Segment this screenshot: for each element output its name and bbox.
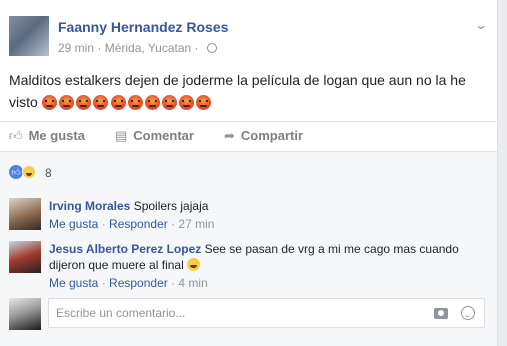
angry-emoji [110, 95, 126, 110]
angry-emoji [162, 95, 178, 110]
comment-links: Me gusta · Responder · 27 min [49, 217, 214, 231]
cry-laugh-emoji [186, 258, 200, 271]
post-meta: 29 min · Mérida, Yucatan · [58, 41, 217, 55]
comment-like-link[interactable]: Me gusta [49, 217, 98, 231]
post-actions: 👍︎ Me gusta ▤ Comentar ➦ Compartir [0, 121, 497, 150]
angry-emoji [144, 95, 160, 110]
like-label: Me gusta [28, 128, 85, 143]
comment-label: Comentar [133, 128, 194, 143]
author-name[interactable]: Faanny Hernandez Roses [58, 19, 228, 35]
comment-like-link[interactable]: Me gusta [49, 276, 98, 290]
angry-emoji [76, 95, 92, 110]
comment-body: Irving Morales Spoilers jajaja [49, 198, 479, 214]
comment-time[interactable]: 27 min [178, 217, 214, 231]
share-button[interactable]: ➦ Compartir [224, 128, 303, 144]
comment-text: Spoilers jajaja [133, 199, 209, 213]
comment-reply-link[interactable]: Responder [109, 217, 168, 231]
commenter-avatar[interactable] [9, 241, 41, 273]
angry-emoji [41, 95, 57, 110]
commenter-name[interactable]: Jesus Alberto Perez Lopez [49, 242, 201, 256]
comment-composer[interactable] [48, 298, 485, 328]
angry-emoji [127, 95, 143, 110]
commenter-name[interactable]: Irving Morales [49, 199, 130, 213]
commenter-avatar[interactable] [9, 198, 41, 230]
viewer-avatar [9, 298, 41, 330]
comment-reply-link[interactable]: Responder [109, 276, 168, 290]
comment-body: Jesus Alberto Perez Lopez See se pasan d… [49, 241, 479, 273]
post-text: Malditos estalkers dejen de joderme la p… [9, 69, 479, 116]
haha-reaction-icon [22, 165, 36, 179]
comment-separator: · [167, 276, 179, 290]
reactions-summary[interactable]: 👍︎ 8 [0, 151, 497, 188]
comment-input[interactable] [56, 306, 416, 320]
emoji-icon[interactable] [461, 306, 475, 320]
share-arrow-icon: ➦ [224, 128, 235, 143]
post-time[interactable]: 29 min [58, 41, 94, 55]
post-location[interactable]: Mérida, Yucatan [105, 41, 192, 55]
globe-icon [206, 43, 217, 53]
angry-emoji [58, 95, 74, 110]
comment-time[interactable]: 4 min [178, 276, 207, 290]
comment-separator: · [167, 217, 179, 231]
chevron-down-icon[interactable]: ⌄ [474, 18, 488, 32]
angry-emoji [179, 95, 195, 110]
author-avatar[interactable] [9, 16, 49, 56]
thumbs-up-icon: 👍︎ [9, 128, 23, 143]
like-button[interactable]: 👍︎ Me gusta [9, 128, 85, 144]
camera-icon[interactable] [434, 308, 448, 319]
speech-bubble-icon: ▤ [115, 128, 128, 143]
angry-emoji [196, 95, 212, 110]
like-reaction-icon: 👍︎ [9, 165, 23, 179]
angry-emoji [93, 95, 109, 110]
comment-separator: · [98, 276, 110, 290]
comment-links: Me gusta · Responder · 4 min [49, 276, 208, 290]
angry-emoji-row [41, 94, 214, 116]
comment-separator: · [98, 217, 110, 231]
comment-button[interactable]: ▤ Comentar [115, 128, 194, 144]
separator-2: · [191, 41, 202, 55]
share-label: Compartir [240, 128, 304, 143]
meta-separator: · [94, 41, 105, 55]
post-card: Faanny Hernandez Roses 29 min · Mérida, … [0, 0, 498, 346]
reaction-count: 8 [45, 166, 52, 180]
